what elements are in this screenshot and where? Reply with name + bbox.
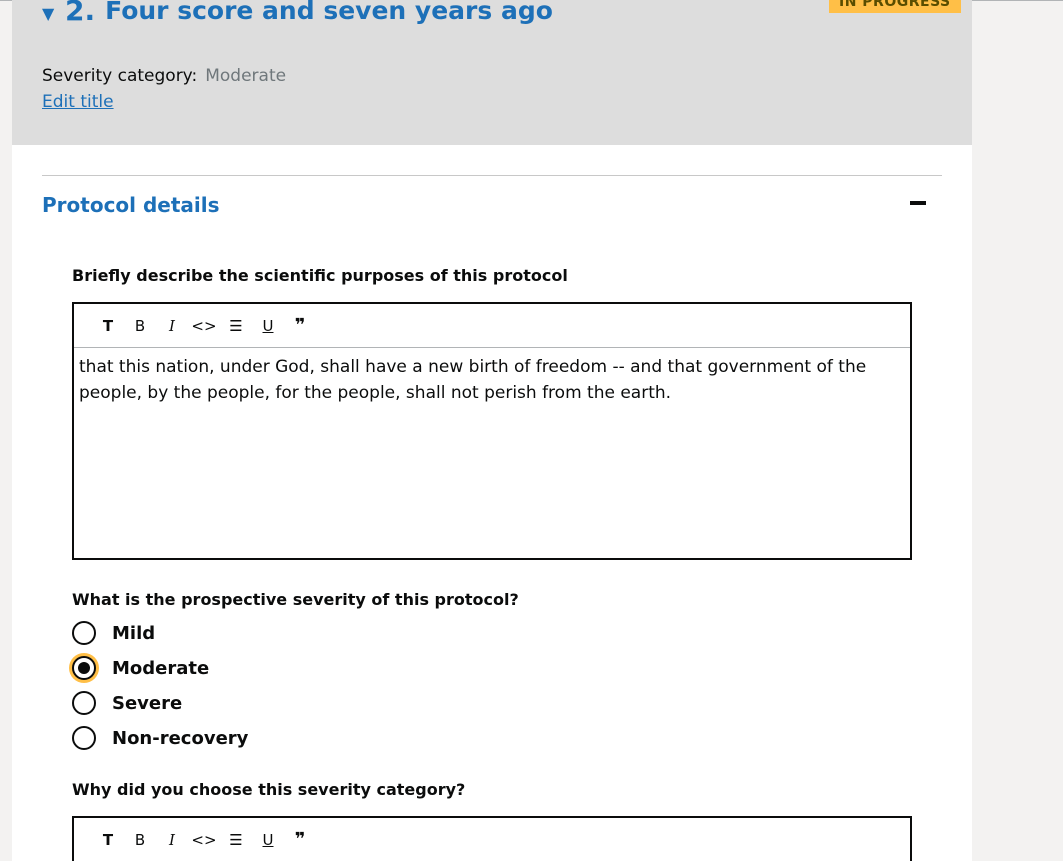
purpose-question-label: Briefly describe the scientific purposes… [72, 266, 568, 285]
list-icon[interactable]: ☰ [220, 310, 252, 342]
heading-icon[interactable]: T [92, 824, 124, 856]
heading-icon[interactable]: T [92, 310, 124, 342]
radio-button[interactable] [72, 691, 96, 715]
code-icon[interactable]: <> [188, 824, 220, 856]
severity-label: Severity category: [42, 66, 198, 86]
minus-icon[interactable] [910, 201, 926, 205]
protocol-number: 2. [65, 0, 96, 27]
underline-icon[interactable]: U [252, 310, 284, 342]
caret-down-icon[interactable]: ▼ [42, 4, 56, 23]
list-icon[interactable]: ☰ [220, 824, 252, 856]
radio-label[interactable]: Moderate [112, 658, 209, 679]
radio-button-selected[interactable] [72, 656, 96, 680]
editor-toolbar: T B I <> ☰ U ❞ [74, 304, 910, 348]
severity-option-severe[interactable]: Severe [72, 691, 182, 715]
code-icon[interactable]: <> [188, 310, 220, 342]
severity-value: Moderate [205, 66, 287, 86]
severity-option-mild[interactable]: Mild [72, 621, 155, 645]
severity-question-label: What is the prospective severity of this… [72, 590, 519, 609]
severity-option-moderate[interactable]: Moderate [72, 656, 209, 680]
radio-button[interactable] [72, 621, 96, 645]
radio-label[interactable]: Severe [112, 693, 182, 714]
protocol-panel: ▼ 2. Four score and seven years ago IN P… [12, 0, 972, 861]
radio-button[interactable] [72, 726, 96, 750]
status-badge: IN PROGRESS [829, 0, 961, 13]
section-title[interactable]: Protocol details [42, 193, 220, 217]
section-divider [42, 175, 942, 176]
protocol-header: ▼ 2. Four score and seven years ago IN P… [12, 0, 972, 145]
severity-reason-editor[interactable]: T B I <> ☰ U ❞ [72, 816, 912, 861]
editor-toolbar: T B I <> ☰ U ❞ [74, 818, 910, 861]
underline-icon[interactable]: U [252, 824, 284, 856]
radio-label[interactable]: Non-recovery [112, 728, 248, 749]
quote-icon[interactable]: ❞ [284, 310, 316, 342]
radio-label[interactable]: Mild [112, 623, 155, 644]
purpose-editor[interactable]: T B I <> ☰ U ❞ that this nation, under G… [72, 302, 912, 560]
edit-title-link[interactable]: Edit title [42, 92, 114, 112]
protocol-title[interactable]: Four score and seven years ago [105, 0, 553, 25]
bold-icon[interactable]: B [124, 310, 156, 342]
purpose-text-area[interactable]: that this nation, under God, shall have … [74, 348, 910, 412]
severity-summary: Severity category: Moderate [42, 66, 286, 86]
quote-icon[interactable]: ❞ [284, 824, 316, 856]
protocol-title-row[interactable]: ▼ 2. Four score and seven years ago [42, 0, 553, 27]
severity-reason-question-label: Why did you choose this severity categor… [72, 780, 466, 799]
bold-icon[interactable]: B [124, 824, 156, 856]
italic-icon[interactable]: I [156, 310, 188, 342]
severity-option-non-recovery[interactable]: Non-recovery [72, 726, 248, 750]
italic-icon[interactable]: I [156, 824, 188, 856]
